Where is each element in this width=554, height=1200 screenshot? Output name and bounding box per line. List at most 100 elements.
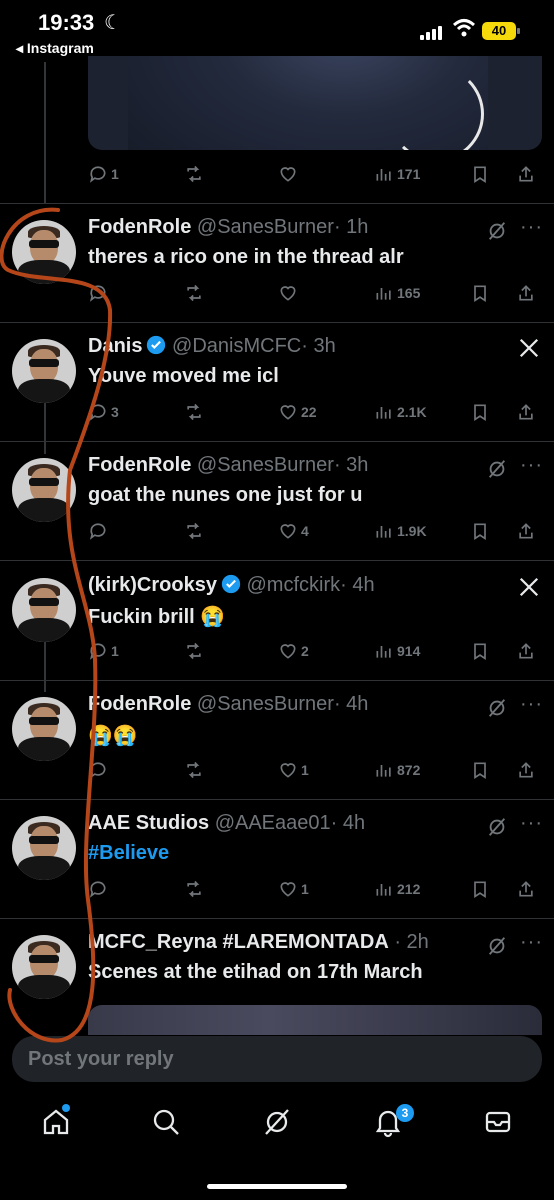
wifi-icon bbox=[452, 19, 476, 37]
display-name[interactable]: FodenRole bbox=[88, 216, 191, 238]
display-name[interactable]: Danis bbox=[88, 335, 142, 357]
reply-button[interactable]: 3 bbox=[88, 397, 119, 427]
reply-button[interactable]: 1 bbox=[88, 159, 119, 189]
views-button[interactable]: 1.9K bbox=[374, 516, 427, 546]
reply-button[interactable] bbox=[88, 755, 111, 785]
handle[interactable]: @mcfckirk bbox=[247, 574, 341, 596]
share-button[interactable] bbox=[516, 874, 536, 904]
views-button[interactable]: 872 bbox=[374, 755, 420, 785]
tweet-actions: 4 1.9K bbox=[88, 516, 542, 546]
grok-icon[interactable] bbox=[486, 220, 508, 242]
share-button[interactable] bbox=[516, 516, 536, 546]
display-name[interactable]: (kirk)Crooksy bbox=[88, 574, 217, 596]
bookmark-button[interactable] bbox=[470, 516, 490, 546]
avatar[interactable] bbox=[12, 458, 76, 522]
moon-icon: ☾ bbox=[104, 12, 122, 34]
handle[interactable]: @DanisMCFC bbox=[172, 335, 301, 357]
retweet-button[interactable] bbox=[184, 874, 207, 904]
reply-button[interactable] bbox=[88, 874, 111, 904]
share-button[interactable] bbox=[516, 278, 536, 308]
views-button[interactable]: 212 bbox=[374, 874, 420, 904]
tweet-media-image[interactable] bbox=[88, 56, 542, 150]
display-name[interactable]: FodenRole bbox=[88, 454, 191, 476]
views-button[interactable]: 171 bbox=[374, 159, 420, 189]
avatar[interactable] bbox=[12, 697, 76, 761]
like-button[interactable]: 4 bbox=[278, 516, 309, 546]
grok-icon[interactable] bbox=[486, 935, 508, 957]
avatar[interactable] bbox=[12, 935, 76, 999]
like-button[interactable] bbox=[278, 278, 301, 308]
retweet-button[interactable] bbox=[184, 755, 207, 785]
grok-icon[interactable] bbox=[486, 816, 508, 838]
like-button[interactable]: 2 bbox=[278, 636, 309, 666]
share-button[interactable] bbox=[516, 636, 536, 666]
bookmark-button[interactable] bbox=[470, 636, 490, 666]
more-options-icon[interactable]: ··· bbox=[520, 693, 543, 716]
tweet-text: Scenes at the etihad on 17th March bbox=[88, 961, 423, 983]
bookmark-button[interactable] bbox=[470, 397, 490, 427]
more-options-icon[interactable]: ··· bbox=[520, 454, 543, 477]
like-button[interactable]: 1 bbox=[278, 874, 309, 904]
views-button[interactable]: 914 bbox=[374, 636, 420, 666]
tweet-actions: 1 2 914 bbox=[88, 636, 542, 666]
bookmark-button[interactable] bbox=[470, 874, 490, 904]
thread-line bbox=[44, 398, 46, 454]
tweet-media-image[interactable] bbox=[88, 1005, 542, 1035]
divider bbox=[0, 441, 554, 442]
grok-icon[interactable] bbox=[486, 697, 508, 719]
retweet-button[interactable] bbox=[184, 636, 207, 666]
verified-badge-icon bbox=[221, 574, 241, 594]
share-button[interactable] bbox=[516, 159, 536, 189]
share-button[interactable] bbox=[516, 397, 536, 427]
messages-icon[interactable] bbox=[482, 1106, 514, 1138]
reply-button[interactable] bbox=[88, 278, 111, 308]
new-content-dot bbox=[62, 1104, 70, 1112]
handle[interactable]: @AAEaae01 bbox=[215, 812, 331, 834]
tweet-actions: 1 212 bbox=[88, 874, 542, 904]
back-to-app-link[interactable]: ◂ Instagram bbox=[16, 40, 94, 57]
views-button[interactable]: 2.1K bbox=[374, 397, 427, 427]
tweet-actions: 165 bbox=[88, 278, 542, 308]
tweet-actions: 1 872 bbox=[88, 755, 542, 785]
handle[interactable]: @SanesBurner bbox=[197, 216, 334, 238]
avatar[interactable] bbox=[12, 220, 76, 284]
share-button[interactable] bbox=[516, 755, 536, 785]
tweet-header: FodenRole @SanesBurner· 1h bbox=[88, 216, 368, 239]
more-options-icon[interactable]: ··· bbox=[520, 931, 543, 954]
handle[interactable]: @SanesBurner bbox=[197, 693, 334, 715]
avatar[interactable] bbox=[12, 578, 76, 642]
more-options-icon[interactable]: ··· bbox=[520, 812, 543, 835]
more-options-icon[interactable]: ··· bbox=[520, 216, 543, 239]
bookmark-button[interactable] bbox=[470, 278, 490, 308]
bookmark-button[interactable] bbox=[470, 755, 490, 785]
handle[interactable]: @SanesBurner bbox=[197, 454, 334, 476]
grok-icon[interactable] bbox=[261, 1106, 293, 1138]
display-name[interactable]: AAE Studios bbox=[88, 812, 209, 834]
avatar[interactable] bbox=[12, 339, 76, 403]
bookmark-button[interactable] bbox=[470, 159, 490, 189]
clock: 19:33 bbox=[38, 10, 95, 35]
reply-placeholder: Post your reply bbox=[28, 1048, 174, 1070]
retweet-button[interactable] bbox=[184, 278, 207, 308]
grok-icon[interactable] bbox=[486, 458, 508, 480]
divider bbox=[0, 322, 554, 323]
display-name[interactable]: MCFC_Reyna #LAREMONTADA bbox=[88, 931, 389, 953]
divider bbox=[0, 680, 554, 681]
like-button[interactable]: 1 bbox=[278, 755, 309, 785]
views-button[interactable]: 165 bbox=[374, 278, 420, 308]
hashtag-link[interactable]: #Believe bbox=[88, 842, 169, 864]
reply-button[interactable]: 1 bbox=[88, 636, 119, 666]
display-name[interactable]: FodenRole bbox=[88, 693, 191, 715]
verified-badge-icon bbox=[147, 335, 166, 355]
like-button[interactable]: 22 bbox=[278, 397, 317, 427]
reply-input[interactable]: Post your reply bbox=[12, 1036, 542, 1082]
tweet-header: MCFC_Reyna #LAREMONTADA · 2h bbox=[88, 931, 429, 954]
search-icon[interactable] bbox=[150, 1106, 182, 1138]
avatar[interactable] bbox=[12, 816, 76, 880]
retweet-button[interactable] bbox=[184, 516, 207, 546]
like-button[interactable] bbox=[278, 159, 298, 189]
retweet-button[interactable] bbox=[184, 397, 207, 427]
reply-button[interactable] bbox=[88, 516, 111, 546]
tweet-actions: 3 22 2.1K bbox=[88, 397, 542, 427]
retweet-button[interactable] bbox=[184, 159, 204, 189]
